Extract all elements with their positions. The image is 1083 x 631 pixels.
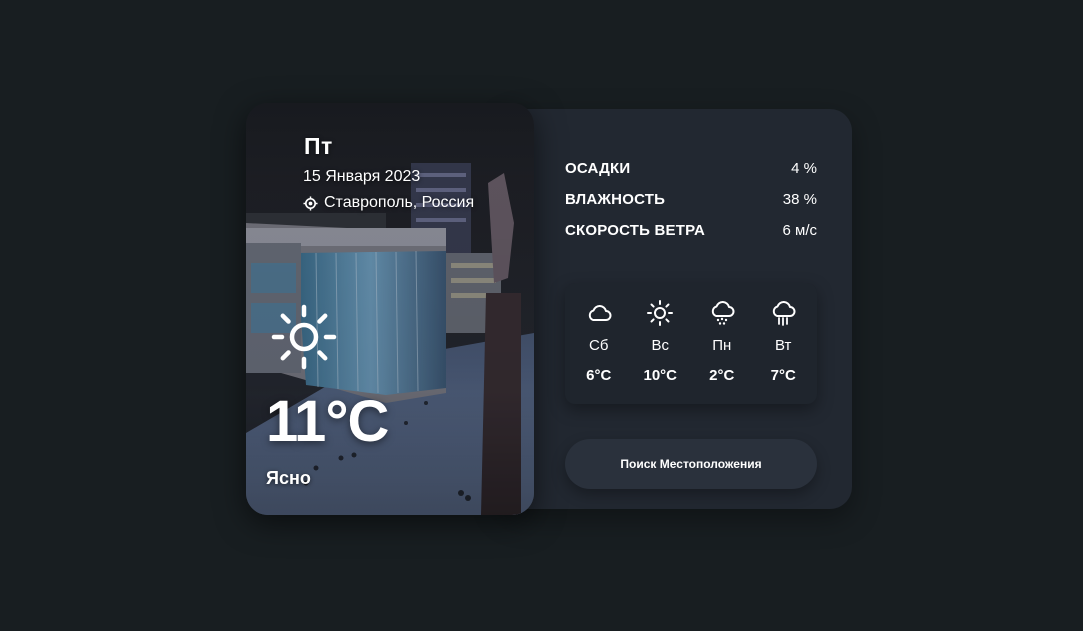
stat-precipitation: ОСАДКИ 4 % (565, 160, 817, 191)
location-text: Ставрополь, Россия (324, 194, 475, 211)
location-pin-icon (303, 195, 318, 211)
weather-stats: ОСАДКИ 4 % ВЛАЖНОСТЬ 38 % СКОРОСТЬ ВЕТРА… (565, 160, 817, 253)
forecast-day-name: Пн (712, 337, 732, 354)
snow-cloud-icon (711, 301, 735, 325)
forecast-day[interactable]: Пн 2°C (694, 283, 750, 404)
forecast-day-name: Вс (651, 337, 669, 354)
forecast-temp: 7°C (770, 367, 796, 384)
week-forecast: Сб 6°C Вс 10°C Пн 2°C Вт 7°C (565, 283, 817, 404)
sun-icon (271, 304, 337, 370)
forecast-day[interactable]: Сб 6°C (571, 283, 627, 404)
search-location-button[interactable]: Поиск Местоположения (565, 439, 817, 489)
cloud-icon (588, 305, 612, 321)
stat-value: 38 % (782, 191, 817, 208)
forecast-day-name: Вт (775, 337, 792, 354)
date-label: 15 Января 2023 (303, 168, 421, 185)
stat-value: 4 % (791, 160, 817, 177)
city-photo-card: Пт 15 Января 2023 Ставрополь, Россия 11°… (246, 103, 534, 515)
stat-wind-speed: СКОРОСТЬ ВЕТРА 6 м/с (565, 222, 817, 253)
forecast-day-name: Сб (589, 337, 609, 354)
forecast-temp: 10°C (643, 367, 677, 384)
rain-cloud-icon (773, 301, 796, 326)
location-label: Ставрополь, Россия (303, 194, 474, 212)
stat-label: СКОРОСТЬ ВЕТРА (565, 222, 706, 239)
forecast-temp: 6°C (586, 367, 612, 384)
day-name: Пт (304, 133, 333, 159)
sun-icon (647, 300, 674, 326)
current-temperature: 11°C (266, 389, 389, 454)
card-overlay: Пт 15 Января 2023 Ставрополь, Россия 11°… (246, 103, 534, 515)
forecast-day[interactable]: Вс 10°C (632, 283, 688, 404)
stat-value: 6 м/с (782, 222, 818, 239)
weather-condition: Ясно (266, 468, 311, 488)
forecast-temp: 2°C (709, 367, 735, 384)
stat-label: ОСАДКИ (565, 160, 631, 177)
stat-humidity: ВЛАЖНОСТЬ 38 % (565, 191, 817, 222)
stat-label: ВЛАЖНОСТЬ (565, 191, 666, 208)
forecast-day[interactable]: Вт 7°C (755, 283, 811, 404)
weather-app: Пт 15 Января 2023 Ставрополь, Россия 11°… (0, 0, 1083, 631)
